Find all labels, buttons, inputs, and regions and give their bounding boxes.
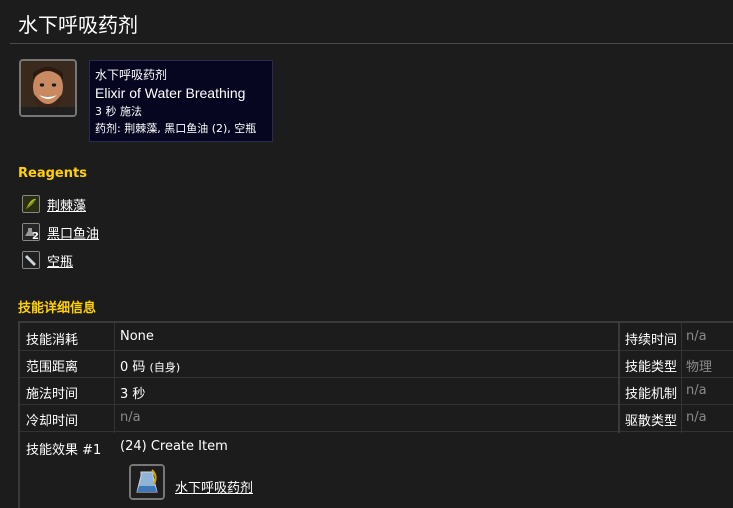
tooltip-name-cn: 水下呼吸药剂: [95, 68, 168, 82]
row-label: 冷却时间: [26, 414, 79, 429]
table-row: 施法时间 3 秒: [20, 377, 618, 405]
details-heading: 技能详细信息: [18, 301, 97, 316]
details-side-table: 持续时间 n/a 技能类型 物理 技能机制 n/a 驱散类型 n/a: [618, 323, 733, 433]
row-value: 物理: [686, 360, 713, 375]
table-row: 冷却时间 n/a: [20, 404, 618, 432]
oil-flask-icon: 2: [22, 223, 40, 241]
reagent-link[interactable]: 空瓶: [47, 251, 73, 270]
empty-vial-icon: [22, 251, 40, 269]
row-value: n/a: [120, 410, 141, 425]
row-value: n/a: [686, 410, 707, 425]
reagent-item[interactable]: 空瓶: [22, 250, 73, 270]
title-divider: [10, 43, 733, 44]
table-row: 技能类型 物理: [620, 350, 733, 378]
effect-value: (24) Create Item: [120, 439, 228, 454]
row-label: 驱散类型: [625, 414, 678, 429]
table-row: 技能消耗 None: [20, 323, 618, 351]
tooltip-reagents: 药剂: 荆棘藻, 黑口鱼油 (2), 空瓶: [95, 122, 257, 135]
range-suffix: (自身): [149, 361, 181, 374]
row-label: 技能消耗: [26, 333, 79, 348]
effect-row: 技能效果 #1 (24) Create Item 水下呼吸药剂: [20, 433, 733, 508]
row-value: n/a: [686, 329, 707, 344]
effect-label: 技能效果 #1: [26, 443, 102, 458]
table-row: 持续时间 n/a: [620, 323, 733, 351]
spell-tooltip: 水下呼吸药剂 Elixir of Water Breathing 3 秒 施法 …: [89, 60, 273, 142]
reagents-heading: Reagents: [18, 166, 87, 181]
row-value: n/a: [686, 383, 707, 398]
potion-flask-icon[interactable]: [129, 464, 165, 500]
row-value: None: [120, 329, 154, 344]
row-label: 施法时间: [26, 387, 79, 402]
row-label: 持续时间: [625, 333, 678, 348]
row-label: 范围距离: [26, 360, 79, 375]
row-value: 0 码 (自身): [120, 356, 180, 375]
leaf-herb-icon: [22, 195, 40, 213]
reagent-quantity: 2: [32, 231, 39, 241]
spell-portrait-icon: [19, 59, 77, 117]
reagent-link[interactable]: 荆棘藻: [47, 195, 86, 214]
created-item-link[interactable]: 水下呼吸药剂: [175, 477, 253, 496]
row-label: 技能类型: [625, 360, 678, 375]
tooltip-name-en: Elixir of Water Breathing: [95, 85, 246, 101]
row-label: 技能机制: [625, 387, 678, 402]
row-value: 3 秒: [120, 387, 146, 402]
reagent-link[interactable]: 黑口鱼油: [47, 223, 99, 242]
table-row: 范围距离 0 码 (自身): [20, 350, 618, 378]
reagent-item[interactable]: 2 黑口鱼油: [22, 222, 99, 242]
table-row: 技能机制 n/a: [620, 377, 733, 405]
table-row: 驱散类型 n/a: [620, 404, 733, 432]
tooltip-cast-time: 3 秒 施法: [95, 105, 142, 118]
spell-details-table: 技能消耗 None 范围距离 0 码 (自身) 施法时间 3 秒 冷却时间 n/…: [18, 321, 733, 508]
reagent-item[interactable]: 荆棘藻: [22, 194, 86, 214]
range-value: 0 码: [120, 360, 146, 375]
page-title: 水下呼吸药剂: [18, 13, 138, 37]
